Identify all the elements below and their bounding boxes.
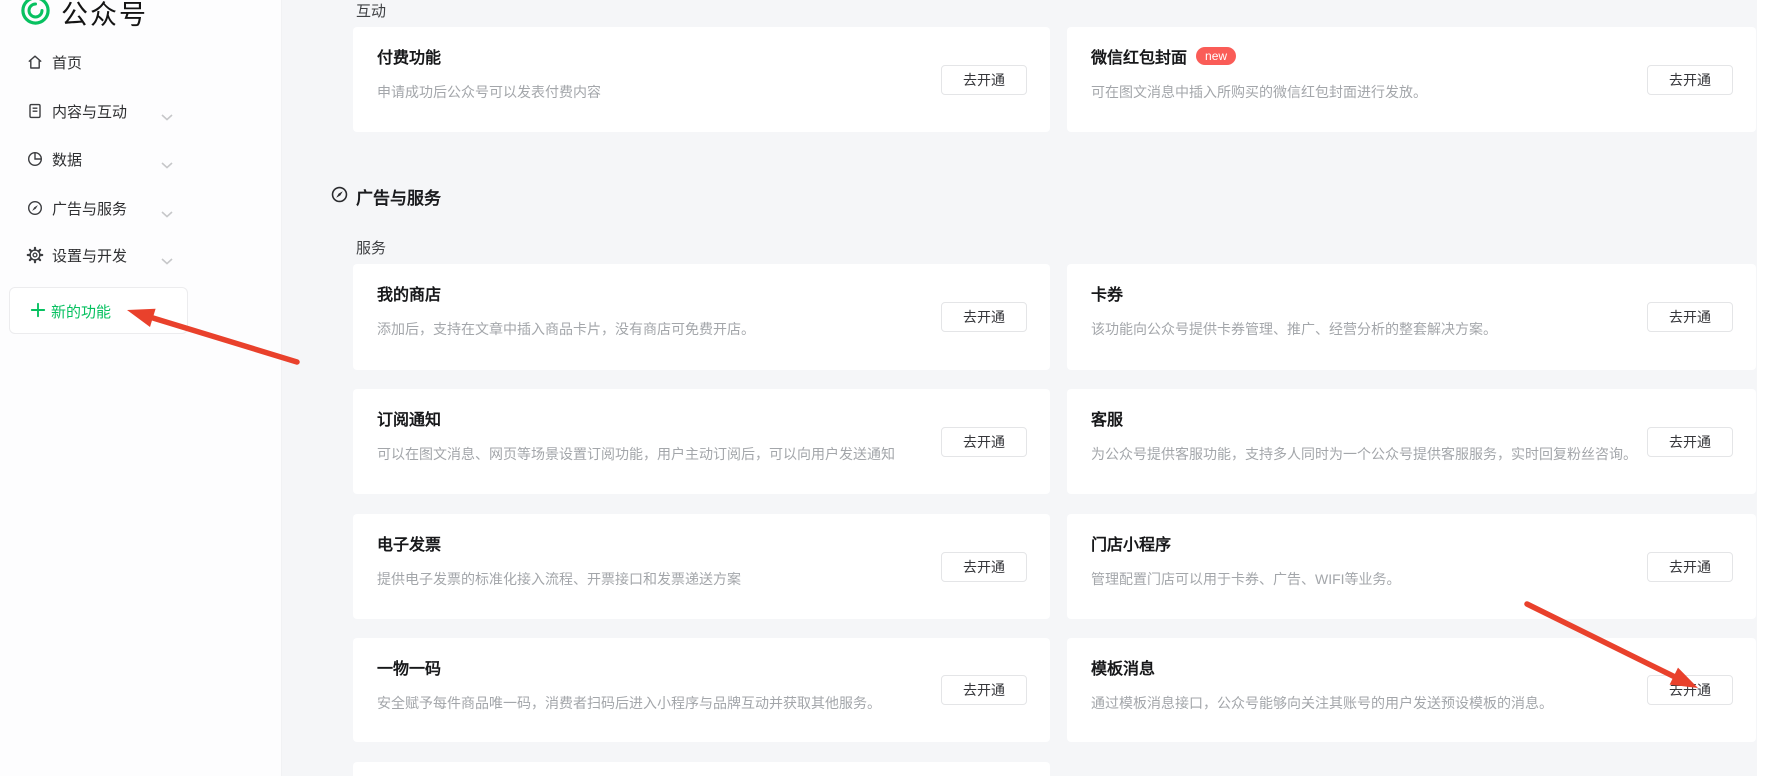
feature-card-one-item-one-code: 一物一码 安全赋予每件商品唯一码，消费者扫码后进入小程序与品牌互动并获取其他服务… (353, 638, 1050, 742)
sidebar-item-label: 新的功能 (51, 301, 111, 322)
compass-icon (26, 199, 44, 217)
card-description: 为公众号提供客服功能，支持多人同时为一个公众号提供客服服务，实时回复粉丝咨询。 (1091, 444, 1637, 464)
card-title: 模板消息 (1091, 655, 1155, 679)
activate-button[interactable]: 去开通 (1647, 65, 1733, 95)
sidebar-item-label: 首页 (52, 52, 82, 73)
card-title: 电子发票 (377, 531, 441, 555)
card-description: 安全赋予每件商品唯一码，消费者扫码后进入小程序与品牌互动并获取其他服务。 (377, 693, 881, 713)
plus-icon (29, 301, 47, 319)
feature-card-red-packet-cover: 微信红包封面 new 可在图文消息中插入所购买的微信红包封面进行发放。 去开通 (1067, 27, 1756, 132)
card-description: 可以在图文消息、网页等场景设置订阅功能，用户主动订阅后，可以向用户发送通知 (377, 444, 895, 464)
card-description: 申请成功后公众号可以发表付费内容 (377, 82, 601, 102)
sidebar-item-new-features[interactable]: 新的功能 (9, 287, 188, 334)
card-description: 可在图文消息中插入所购买的微信红包封面进行发放。 (1091, 82, 1427, 102)
group-label-services: 服务 (356, 237, 386, 258)
card-title: 我的商店 (377, 281, 441, 305)
activate-button[interactable]: 去开通 (941, 65, 1027, 95)
chevron-down-icon (161, 252, 173, 270)
feature-card-store-mini-program: 门店小程序 管理配置门店可以用于卡券、广告、WIFI等业务。 去开通 (1067, 514, 1756, 619)
sidebar-item-content[interactable]: 内容与互动 (0, 97, 281, 125)
sidebar-item-label: 设置与开发 (52, 245, 127, 266)
new-badge: new (1196, 47, 1236, 65)
activate-button[interactable]: 去开通 (1647, 552, 1733, 582)
compass-icon (330, 185, 349, 209)
wechat-mp-admin-screen: 公众号 首页 内容与互动 数据 (0, 0, 1768, 776)
gear-icon (26, 246, 44, 264)
sidebar-item-label: 数据 (52, 149, 82, 170)
chevron-down-icon (161, 205, 173, 223)
card-title-text: 微信红包封面 (1091, 44, 1187, 68)
feature-card-my-shop: 我的商店 添加后，支持在文章中插入商品卡片，没有商店可免费开店。 去开通 (353, 264, 1050, 370)
app-title: 公众号 (61, 0, 148, 32)
card-title: 一物一码 (377, 655, 441, 679)
chevron-down-icon (161, 156, 173, 174)
section-title: 广告与服务 (356, 184, 441, 209)
app-logo: 公众号 (20, 0, 148, 32)
card-title: 订阅通知 (377, 406, 441, 430)
card-title: 微信红包封面 new (1091, 44, 1236, 68)
feature-card-template-message: 模板消息 通过模板消息接口，公众号能够向关注其账号的用户发送预设模板的消息。 去… (1067, 638, 1756, 742)
activate-button[interactable]: 去开通 (941, 675, 1027, 705)
sidebar: 公众号 首页 内容与互动 数据 (0, 0, 282, 776)
feature-card-subscribe-notice: 订阅通知 可以在图文消息、网页等场景设置订阅功能，用户主动订阅后，可以向用户发送… (353, 389, 1050, 494)
card-description: 该功能向公众号提供卡券管理、推广、经营分析的整套解决方案。 (1091, 319, 1497, 339)
sidebar-item-label: 广告与服务 (52, 198, 127, 219)
card-description: 通过模板消息接口，公众号能够向关注其账号的用户发送预设模板的消息。 (1091, 693, 1553, 713)
home-icon (26, 53, 44, 71)
scrollbar-track (1757, 0, 1768, 776)
sidebar-item-ads-services[interactable]: 广告与服务 (0, 194, 281, 222)
document-icon (26, 102, 44, 120)
activate-button[interactable]: 去开通 (941, 302, 1027, 332)
feature-card-coupons: 卡券 该功能向公众号提供卡券管理、推广、经营分析的整套解决方案。 去开通 (1067, 264, 1756, 370)
wechat-mp-logo-icon (20, 0, 51, 31)
card-description: 添加后，支持在文章中插入商品卡片，没有商店可免费开店。 (377, 319, 755, 339)
card-title: 客服 (1091, 406, 1123, 430)
activate-button[interactable]: 去开通 (941, 552, 1027, 582)
feature-card-paid-features: 付费功能 申请成功后公众号可以发表付费内容 去开通 (353, 27, 1050, 132)
card-title: 门店小程序 (1091, 531, 1171, 555)
chevron-down-icon (161, 108, 173, 126)
pie-chart-icon (26, 150, 44, 168)
activate-button[interactable]: 去开通 (941, 427, 1027, 457)
card-title: 付费功能 (377, 44, 441, 68)
card-title: 卡券 (1091, 281, 1123, 305)
sidebar-item-settings-dev[interactable]: 设置与开发 (0, 241, 281, 269)
card-description: 提供电子发票的标准化接入流程、开票接口和发票递送方案 (377, 569, 741, 589)
feature-card-customer-service: 客服 为公众号提供客服功能，支持多人同时为一个公众号提供客服服务，实时回复粉丝咨… (1067, 389, 1756, 494)
feature-card-e-invoice: 电子发票 提供电子发票的标准化接入流程、开票接口和发票递送方案 去开通 (353, 514, 1050, 619)
activate-button[interactable]: 去开通 (1647, 302, 1733, 332)
group-label-interaction: 互动 (356, 0, 386, 21)
sidebar-item-label: 内容与互动 (52, 101, 127, 122)
feature-card-partial (353, 762, 1050, 776)
card-description: 管理配置门店可以用于卡券、广告、WIFI等业务。 (1091, 569, 1401, 589)
activate-button[interactable]: 去开通 (1647, 427, 1733, 457)
section-header-ads-services: 广告与服务 (330, 184, 441, 209)
sidebar-item-data[interactable]: 数据 (0, 145, 281, 173)
activate-button[interactable]: 去开通 (1647, 675, 1733, 705)
sidebar-item-home[interactable]: 首页 (0, 48, 281, 76)
